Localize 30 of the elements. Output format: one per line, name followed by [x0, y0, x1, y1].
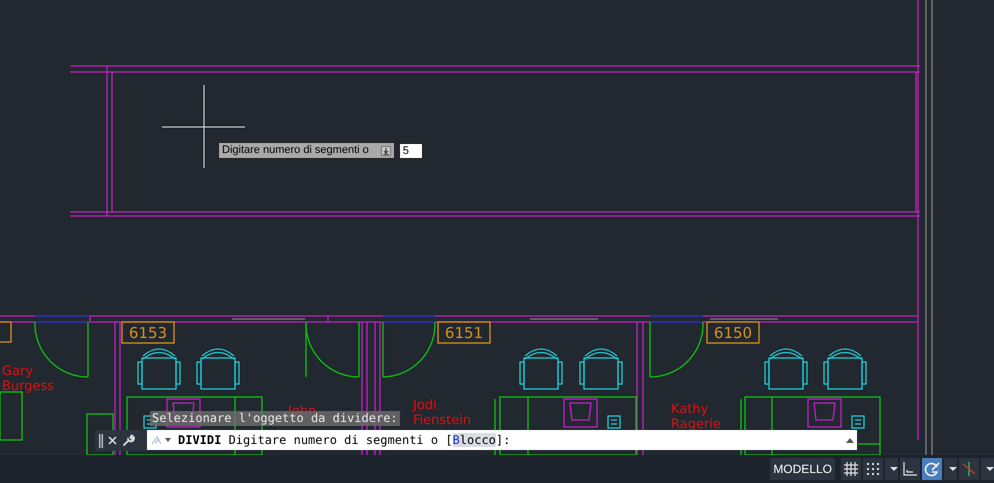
room-tag: 6150	[706, 321, 760, 344]
grid-button[interactable]	[841, 458, 861, 480]
room-tag: 6151	[437, 321, 491, 344]
caret-button[interactable]	[944, 458, 957, 480]
caret-button[interactable]	[885, 458, 898, 480]
prompt-text: Digitare numero di segmenti o	[222, 143, 369, 158]
isodraft-button[interactable]	[959, 458, 979, 480]
room-tag: 6153	[121, 321, 175, 344]
snap-icon	[865, 461, 881, 477]
model-button[interactable]: MODELLO	[770, 458, 835, 480]
snap-button[interactable]	[863, 458, 883, 480]
occupant-name: Gary Burgess	[2, 364, 54, 394]
wrench-icon[interactable]	[122, 434, 135, 447]
command-input-field[interactable]: DIVIDI Digitare numero di segmenti o [Blocco]:	[147, 430, 857, 450]
options-icon[interactable]	[380, 146, 391, 156]
grip-icon[interactable]	[99, 434, 103, 448]
polar-button[interactable]	[922, 458, 942, 480]
grid-icon	[843, 461, 859, 477]
close-icon[interactable]	[108, 436, 117, 445]
occupant-name: Jodi Fienstein	[413, 398, 472, 428]
expand-history-icon[interactable]	[846, 438, 854, 442]
value-field[interactable]: 5	[398, 142, 423, 158]
isodraft-icon	[961, 461, 977, 477]
ortho-icon	[902, 461, 918, 477]
polar-icon	[924, 461, 940, 477]
occupant-name: Kathy Ragerie	[671, 402, 721, 432]
command-prompt: DIVIDI Digitare numero di segmenti o [Blocco]:	[178, 432, 510, 449]
command-recent-icon[interactable]	[151, 434, 173, 446]
caret-button[interactable]	[981, 458, 994, 480]
ortho-button[interactable]	[900, 458, 920, 480]
